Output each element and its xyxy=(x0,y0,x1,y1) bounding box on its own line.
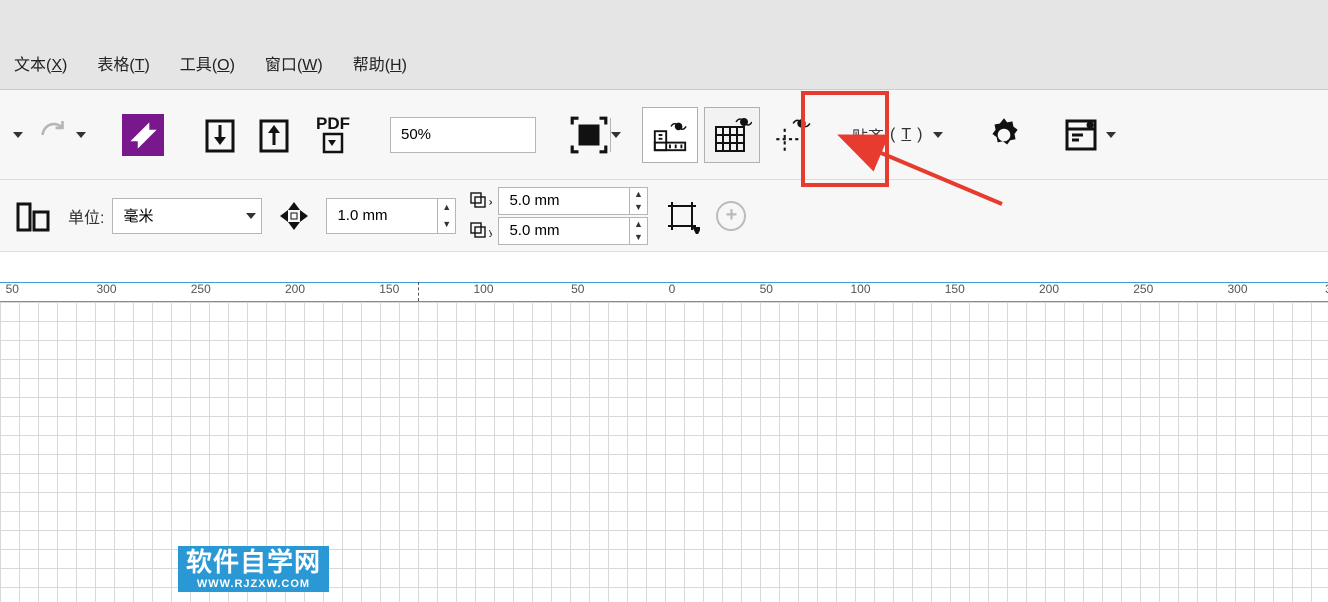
menubar: 文本(X) 表格(T) 工具(O) 窗口(W) 帮助(H) xyxy=(0,36,1328,90)
ruler-label: 200 xyxy=(285,282,305,296)
svg-text:PDF: PDF xyxy=(316,114,350,133)
ruler-cursor-marker xyxy=(418,282,419,301)
dup-x-input[interactable] xyxy=(499,188,628,214)
ruler-label: 50 xyxy=(571,282,584,296)
menu-label: 帮助 xyxy=(353,57,385,74)
snap-to-button[interactable]: 贴齐(T) xyxy=(844,108,951,162)
guides-icon xyxy=(770,114,812,156)
orientation-icon xyxy=(12,196,52,236)
ruler-label: 200 xyxy=(1039,282,1059,296)
import-button[interactable] xyxy=(196,108,244,162)
ruler-label: 100 xyxy=(473,282,493,296)
show-rulers-button[interactable] xyxy=(642,107,698,163)
show-grid-button[interactable] xyxy=(704,107,760,163)
horizontal-ruler[interactable]: 503002502001501005005010015020025030035 xyxy=(0,282,1328,302)
zoom-combo[interactable] xyxy=(390,117,536,153)
options-button[interactable] xyxy=(979,108,1029,162)
ruler-label: 300 xyxy=(96,282,116,296)
drawing-canvas[interactable]: 软件自学网 WWW.RJZXW.COM xyxy=(0,302,1328,602)
rulers-icon xyxy=(651,116,689,154)
unit-dropdown[interactable] xyxy=(241,199,261,233)
unit-label: 单位: xyxy=(68,204,104,228)
gear-icon xyxy=(983,114,1025,156)
menu-label: 窗口 xyxy=(265,57,297,74)
nudge-icon xyxy=(278,200,310,232)
main-toolbar: PDF xyxy=(0,90,1328,180)
nudge-icon-button xyxy=(274,189,314,243)
watermark-title: 软件自学网 xyxy=(186,548,321,578)
export-button[interactable] xyxy=(250,108,298,162)
menu-tools[interactable]: 工具(O) xyxy=(180,51,235,75)
menu-label: 文本 xyxy=(14,57,46,74)
dup-x-spinner[interactable]: ▲▼ xyxy=(629,188,648,214)
titlebar-blank xyxy=(0,0,1328,36)
redo-button[interactable] xyxy=(33,108,90,162)
launch-button[interactable] xyxy=(118,108,168,162)
ruler-label: 150 xyxy=(945,282,965,296)
svg-text:y: y xyxy=(489,227,492,237)
pdf-icon: PDF xyxy=(308,114,358,156)
dup-y-input[interactable] xyxy=(499,218,628,244)
app-launcher-button[interactable] xyxy=(1057,108,1120,162)
menu-text[interactable]: 文本(X) xyxy=(14,51,67,75)
window-icon xyxy=(1061,115,1101,155)
fullscreen-button[interactable] xyxy=(564,108,614,162)
snap-label: 贴齐 xyxy=(852,123,884,147)
menu-help[interactable]: 帮助(H) xyxy=(353,51,407,75)
page-orientation-button[interactable] xyxy=(8,189,56,243)
ruler-label: 150 xyxy=(379,282,399,296)
dup-x-icon: x xyxy=(468,192,494,210)
menu-label: 工具 xyxy=(180,57,212,74)
dup-y-field[interactable]: ▲▼ xyxy=(498,217,648,245)
export-icon xyxy=(254,115,294,155)
grid-icon xyxy=(712,115,752,155)
crop-icon xyxy=(664,198,700,234)
redo-icon xyxy=(37,118,71,152)
nudge-distance-field[interactable]: ▲▼ xyxy=(326,198,456,234)
menu-table[interactable]: 表格(T) xyxy=(97,51,149,75)
ruler-label: 100 xyxy=(850,282,870,296)
ruler-label: 250 xyxy=(1133,282,1153,296)
publish-pdf-button[interactable]: PDF xyxy=(304,108,362,162)
unit-input[interactable] xyxy=(113,199,241,233)
menu-label: 表格 xyxy=(97,57,129,74)
launch-icon xyxy=(122,114,164,156)
show-guides-button[interactable] xyxy=(766,108,816,162)
unit-combo[interactable] xyxy=(112,198,262,234)
ruler-label: 250 xyxy=(191,282,211,296)
undo-dropdown-caret[interactable] xyxy=(4,108,27,162)
watermark-subtitle: WWW.RJZXW.COM xyxy=(186,578,321,591)
watermark-badge: 软件自学网 WWW.RJZXW.COM xyxy=(178,546,329,592)
dup-y-icon: y xyxy=(468,222,494,240)
ruler-label: 50 xyxy=(760,282,773,296)
nudge-spinner[interactable]: ▲▼ xyxy=(437,199,455,233)
dup-y-spinner[interactable]: ▲▼ xyxy=(629,218,648,244)
nudge-distance-input[interactable] xyxy=(327,199,437,233)
duplicate-distance-group: x ▲▼ y ▲▼ xyxy=(468,187,648,245)
menu-window[interactable]: 窗口(W) xyxy=(265,51,323,75)
ruler-label: 300 xyxy=(1227,282,1247,296)
import-icon xyxy=(200,115,240,155)
dup-x-field[interactable]: ▲▼ xyxy=(498,187,648,215)
ruler-label: 0 xyxy=(669,282,676,296)
svg-text:x: x xyxy=(489,197,492,207)
crop-marks-button[interactable] xyxy=(660,189,704,243)
add-preset-button[interactable]: + xyxy=(716,201,746,231)
fullscreen-icon xyxy=(568,114,610,156)
ruler-label: 50 xyxy=(6,282,19,296)
property-bar: 单位: ▲▼ x ▲▼ xyxy=(0,180,1328,252)
